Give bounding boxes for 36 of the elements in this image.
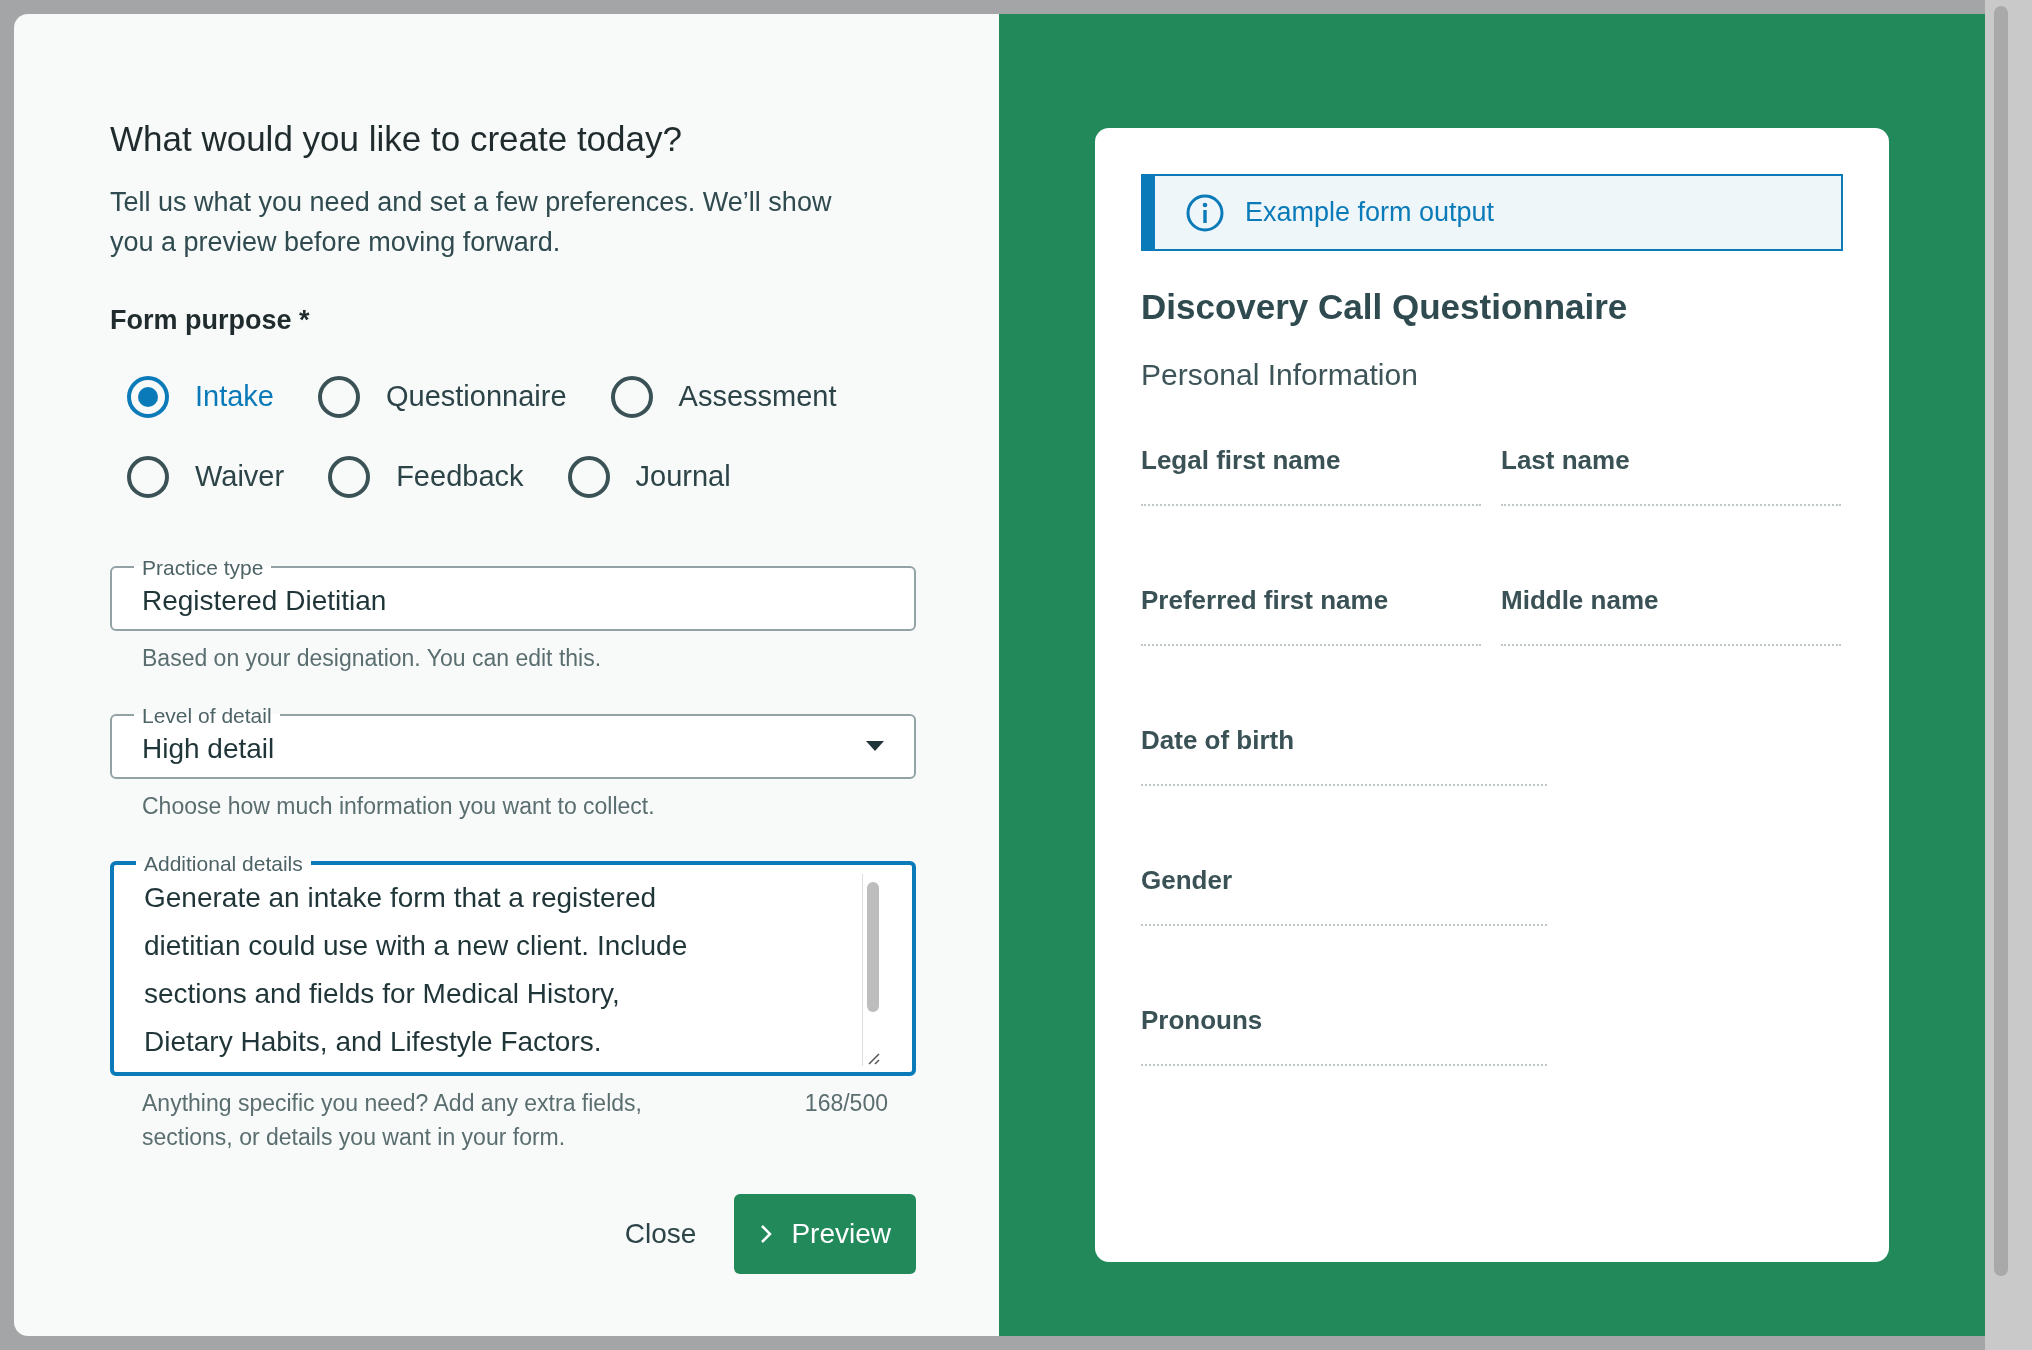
field-label: Pronouns bbox=[1141, 1003, 1264, 1037]
field-label: Additional details bbox=[143, 852, 304, 874]
radio-option[interactable]: Questionnaire bbox=[318, 374, 567, 419]
field-label: Preferred first name bbox=[1141, 583, 1390, 617]
close-button[interactable]: Close bbox=[602, 1212, 719, 1255]
preview-button[interactable]: Preview bbox=[734, 1193, 916, 1274]
form-title: Discovery Call Questionnaire bbox=[1141, 286, 1629, 328]
field-value: High detail bbox=[142, 731, 275, 766]
character-counter: 168/500 bbox=[803, 1088, 888, 1118]
field-label: Legal first name bbox=[1141, 443, 1342, 477]
field-label: Practice type bbox=[141, 556, 265, 578]
caret-icon bbox=[866, 741, 884, 751]
helper-text: Based on your designation. You can edit this. bbox=[141, 643, 603, 673]
field-label: Level of detail bbox=[141, 704, 273, 726]
radio-option[interactable]: Assessment bbox=[610, 374, 837, 419]
section-heading: Personal Information bbox=[1141, 356, 1419, 393]
field-label: Gender bbox=[1141, 863, 1234, 897]
radio-option[interactable]: Intake bbox=[127, 374, 274, 419]
textarea-text: Generate an intake form that a registered dietitian could use with a new client. Include sections and fields for Medical History, Dietary Habits, and Lifestyle Factors. bbox=[144, 880, 689, 1059]
field-label: Last name bbox=[1501, 443, 1631, 477]
dialog-heading: What would you like to create today? bbox=[110, 118, 683, 160]
helper-text: Anything specific you need? Add any extra fields, sections, or details you want in your form. bbox=[141, 1088, 643, 1152]
scrollbar-thumb[interactable] bbox=[866, 881, 879, 1012]
form-purpose-label: Form purpose * bbox=[110, 304, 311, 337]
radio-option[interactable]: Waiver bbox=[127, 454, 285, 499]
scrollbar-thumb[interactable] bbox=[1994, 6, 2008, 1276]
helper-text: Choose how much information you want to collect. bbox=[141, 791, 656, 821]
field-value: Registered Dietitian bbox=[142, 583, 387, 618]
radio-option[interactable]: Feedback bbox=[328, 454, 524, 499]
field-label: Date of birth bbox=[1141, 723, 1296, 757]
info-icon bbox=[1185, 192, 1225, 233]
chevron-right-icon bbox=[759, 1222, 774, 1245]
banner-text: Example form output bbox=[1245, 196, 1495, 230]
field-label: Middle name bbox=[1501, 583, 1660, 617]
intro-text: Tell us what you need and set a few preferences. We’ll show you a preview before moving forward. bbox=[110, 186, 833, 259]
radio-option[interactable]: Journal bbox=[567, 454, 731, 499]
